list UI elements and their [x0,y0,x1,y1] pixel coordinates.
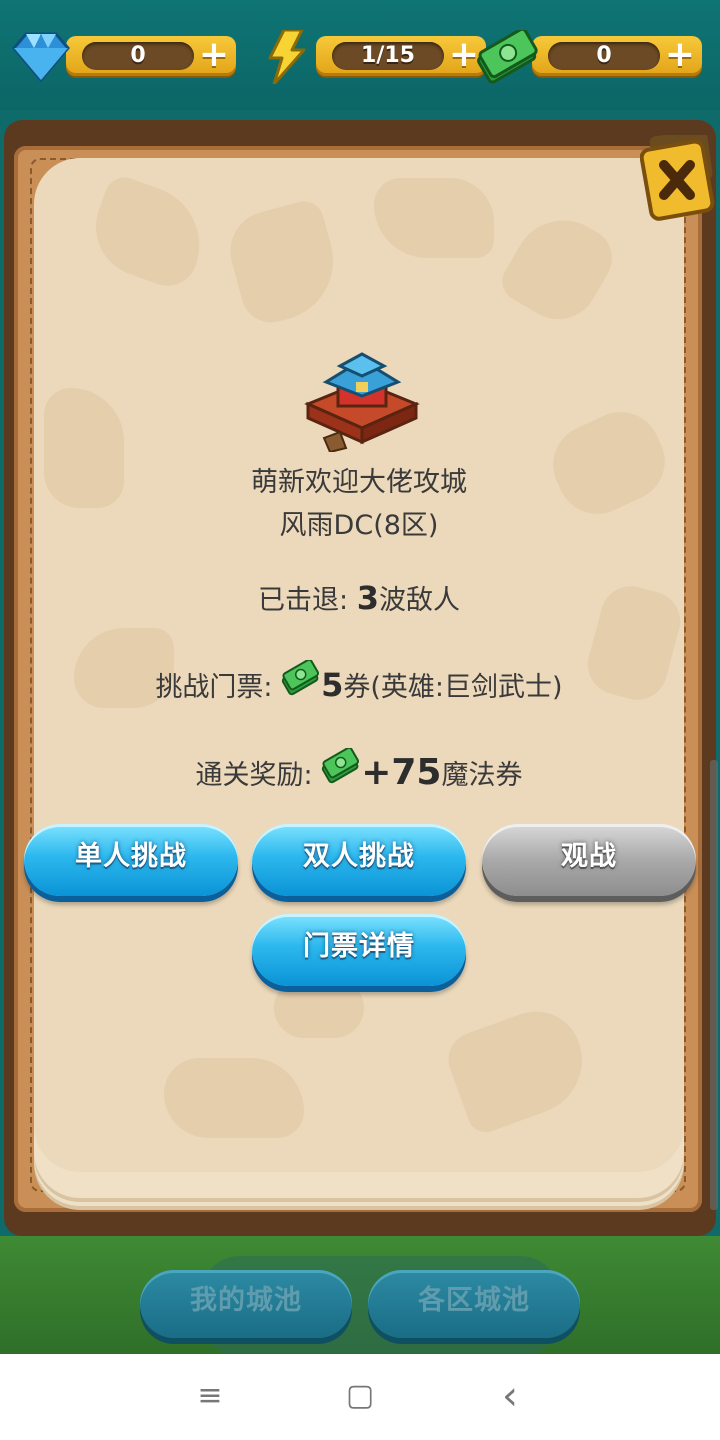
add-cash-button[interactable]: + [662,37,698,74]
reward-value: +75 [361,752,442,793]
repelled-label: 已击退: [258,585,357,616]
ticket-details-button[interactable]: 门票详情 [252,914,466,986]
castle-icon [304,352,420,452]
my-city-button[interactable]: 我的城池 [140,1270,352,1338]
background-scenery [0,1236,720,1356]
cash-icon [322,748,360,784]
all-cities-button[interactable]: 各区城池 [368,1270,580,1338]
repelled-suffix: 波敌人 [378,585,460,616]
diamond-value: 0 [130,43,146,68]
cash-value: 0 [596,43,612,68]
menu-icon[interactable]: ≡ [190,1376,230,1416]
repelled-value: 3 [356,579,379,617]
resource-bar: 0 + 1/15 + 0 + [0,0,720,110]
ticket-line: 挑战门票: 5券(英雄:巨剑武士) [34,660,684,704]
energy-value: 1/15 [361,43,415,68]
reward-line: 通关奖励: +75魔法券 [34,748,684,793]
watch-button[interactable]: 观战 [482,824,696,896]
add-diamonds-button[interactable]: + [196,37,232,74]
reward-suffix: 魔法券 [441,760,523,791]
cash-icon [477,30,538,84]
close-button[interactable] [640,135,716,223]
ticket-suffix: 券(英雄:巨剑武士) [343,672,563,703]
server-name: 风雨DC(8区) [279,510,439,541]
city-title: 萌新欢迎大佬攻城 [251,467,467,498]
home-icon[interactable]: ▢ [340,1376,380,1416]
cash-icon [282,660,320,696]
lightning-icon [268,30,306,84]
repelled-line: 已击退: 3波敌人 [34,578,684,617]
double-challenge-button[interactable]: 双人挑战 [252,824,466,896]
back-icon[interactable]: ‹ [490,1376,530,1416]
scrollbar[interactable] [710,760,718,1210]
ticket-label: 挑战门票: [155,672,282,703]
ticket-value: 5 [321,666,344,704]
single-challenge-button[interactable]: 单人挑战 [24,824,238,896]
diamond-icon [12,32,70,83]
reward-label: 通关奖励: [195,760,322,791]
system-navbar: ≡ ▢ ‹ [0,1354,720,1440]
